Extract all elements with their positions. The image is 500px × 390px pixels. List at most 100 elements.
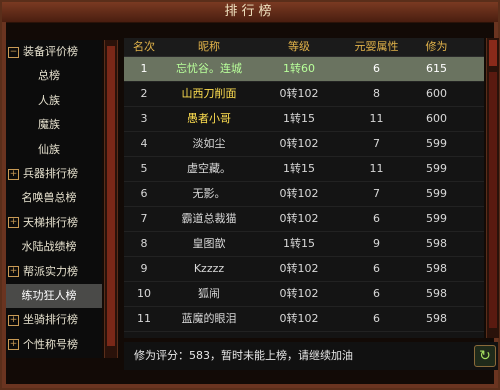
sidebar-item-label: 坐骑排行榜 [23, 313, 78, 327]
refresh-icon: ↻ [479, 348, 491, 364]
rank-cell: 9 [140, 262, 148, 275]
table-row[interactable]: 6 无影。 0转102 7 599 [124, 182, 484, 207]
table-row[interactable]: 8 皇图歆 1转15 9 598 [124, 232, 484, 257]
sidebar-item[interactable]: + 坐骑排行榜 [6, 308, 102, 332]
sidebar-item[interactable]: + 兵器排行榜 [6, 162, 102, 186]
sidebar-item-label: 装备评价榜 [23, 45, 78, 58]
name-cell: 忘忧谷。连城 [176, 62, 242, 75]
sidebar-item[interactable]: 仙族 [6, 138, 102, 162]
window-title: 排行榜 [2, 2, 498, 23]
name-cell: 虚空藏。 [187, 162, 231, 175]
rank-cell: 3 [140, 112, 148, 125]
attr-cell: 6 [373, 262, 380, 275]
expand-icon[interactable]: + [8, 217, 19, 229]
sidebar-scroll-thumb[interactable] [107, 46, 115, 346]
attr-cell: 11 [369, 112, 384, 125]
xiuwei-cell: 599 [426, 162, 447, 175]
sidebar-item[interactable]: 魔族 [6, 113, 102, 137]
rank-cell: 1 [140, 62, 148, 75]
rank-cell: 10 [137, 287, 151, 300]
table-row[interactable]: 4 淡如尘 0转102 7 599 [124, 132, 484, 157]
table-row[interactable]: 5 虚空藏。 1转15 11 599 [124, 157, 484, 182]
table-row[interactable]: 3 愚者小哥 1转15 11 600 [124, 107, 484, 132]
sidebar-item-label: 仙族 [38, 142, 60, 156]
ranking-window: 排行榜 − 装备评价榜 总榜 人族 魔族 仙族 + 兵器排行榜 名唤兽总榜 + 天梯排行榜 水陆战绩榜… [0, 0, 500, 390]
expand-icon[interactable]: + [8, 266, 19, 278]
sidebar-item[interactable]: + 帮派实力榜 [6, 260, 102, 284]
name-cell: 蓝魔的眼泪 [181, 312, 237, 325]
sidebar-item[interactable]: − 装备评价榜 [6, 40, 102, 64]
rank-cell: 5 [140, 162, 148, 175]
rank-cell: 8 [140, 237, 148, 250]
expand-icon[interactable]: + [8, 168, 19, 180]
sidebar-item[interactable]: 练功狂人榜 [6, 283, 102, 309]
name-cell: 淡如尘 [192, 137, 226, 150]
level-cell: 0转102 [279, 187, 319, 200]
frame-bottom [2, 384, 498, 388]
name-cell: 皇图歆 [192, 237, 226, 250]
attr-cell: 11 [369, 162, 384, 175]
table-row[interactable]: 2 山西刀削面 0转102 8 600 [124, 82, 484, 107]
level-cell: 1转60 [283, 62, 315, 75]
table-row[interactable]: 9 Kzzzz 0转102 6 598 [124, 257, 484, 282]
table-row[interactable]: 11 蓝魔的眼泪 0转102 6 598 [124, 307, 484, 332]
rank-cell: 6 [140, 187, 148, 200]
table-row[interactable]: 1 忘忧谷。连城 1转60 6 615 [124, 57, 484, 82]
level-cell: 0转102 [279, 287, 319, 300]
table-scrollbar[interactable] [486, 38, 499, 338]
xiuwei-cell: 598 [426, 287, 447, 300]
xiuwei-cell: 599 [426, 212, 447, 225]
expand-icon[interactable]: + [8, 314, 19, 326]
sidebar-item-label: 帮派实力榜 [23, 264, 78, 278]
sidebar-item-label: 练功狂人榜 [21, 288, 77, 302]
collapse-icon[interactable]: − [8, 46, 19, 58]
rank-cell: 11 [137, 312, 151, 325]
sidebar-item[interactable]: + 天梯排行榜 [6, 211, 102, 235]
name-cell: 霸道总裁猫 [181, 212, 237, 225]
name-cell: 山西刀削面 [181, 87, 237, 100]
table-header: 名次 昵称 等级 元婴属性 修为 [124, 38, 484, 57]
table-scroll-thumb[interactable] [489, 72, 497, 328]
name-cell: 愚者小哥 [187, 112, 231, 125]
sidebar-item[interactable]: 名唤兽总榜 [6, 186, 102, 210]
level-cell: 1转15 [283, 162, 315, 175]
attr-cell: 8 [373, 87, 380, 100]
sidebar-item-label: 天梯排行榜 [23, 215, 78, 229]
scroll-up-arrow[interactable] [489, 40, 497, 66]
attr-cell: 6 [373, 312, 380, 325]
rank-cell: 2 [140, 87, 148, 100]
expand-icon[interactable]: + [8, 339, 19, 351]
attr-cell: 6 [373, 287, 380, 300]
sidebar-item[interactable]: 总榜 [6, 64, 102, 88]
table-row[interactable]: 10 狐闹 0转102 6 598 [124, 282, 484, 307]
sidebar-item[interactable]: 水陆战绩榜 [6, 235, 102, 259]
attr-cell: 7 [373, 137, 380, 150]
level-cell: 0转102 [279, 137, 319, 150]
xiuwei-cell: 598 [426, 237, 447, 250]
attr-cell: 9 [373, 237, 380, 250]
xiuwei-cell: 599 [426, 137, 447, 150]
level-cell: 1转15 [283, 237, 315, 250]
refresh-button[interactable]: ↻ [474, 345, 496, 367]
attr-cell: 6 [373, 62, 380, 75]
sidebar-item-label: 人族 [38, 93, 60, 107]
sidebar-item-label: 名唤兽总榜 [21, 191, 77, 205]
xiuwei-cell: 598 [426, 262, 447, 275]
xiuwei-cell: 600 [426, 87, 447, 100]
header-attr: 元婴属性 [354, 40, 399, 53]
level-cell: 0转102 [279, 262, 319, 275]
sidebar-item[interactable]: 人族 [6, 89, 102, 113]
level-cell: 0转102 [279, 312, 319, 325]
header-rank: 名次 [133, 40, 155, 53]
sidebar-item-label: 总榜 [38, 69, 60, 83]
xiuwei-cell: 615 [426, 62, 447, 75]
sidebar-scrollbar[interactable] [104, 40, 118, 358]
table-row[interactable]: 7 霸道总裁猫 0转102 6 599 [124, 207, 484, 232]
header-level: 等级 [288, 40, 310, 53]
xiuwei-cell: 598 [426, 312, 447, 325]
sidebar-item[interactable]: + 个性称号榜 [6, 333, 102, 357]
table-body: 1 忘忧谷。连城 1转60 6 615 2 山西刀削面 0转102 8 600 3 愚者小哥 1转15 1… [124, 57, 484, 332]
xiuwei-cell: 599 [426, 187, 447, 200]
name-cell: 狐闹 [198, 287, 220, 300]
header-name: 昵称 [198, 40, 220, 53]
